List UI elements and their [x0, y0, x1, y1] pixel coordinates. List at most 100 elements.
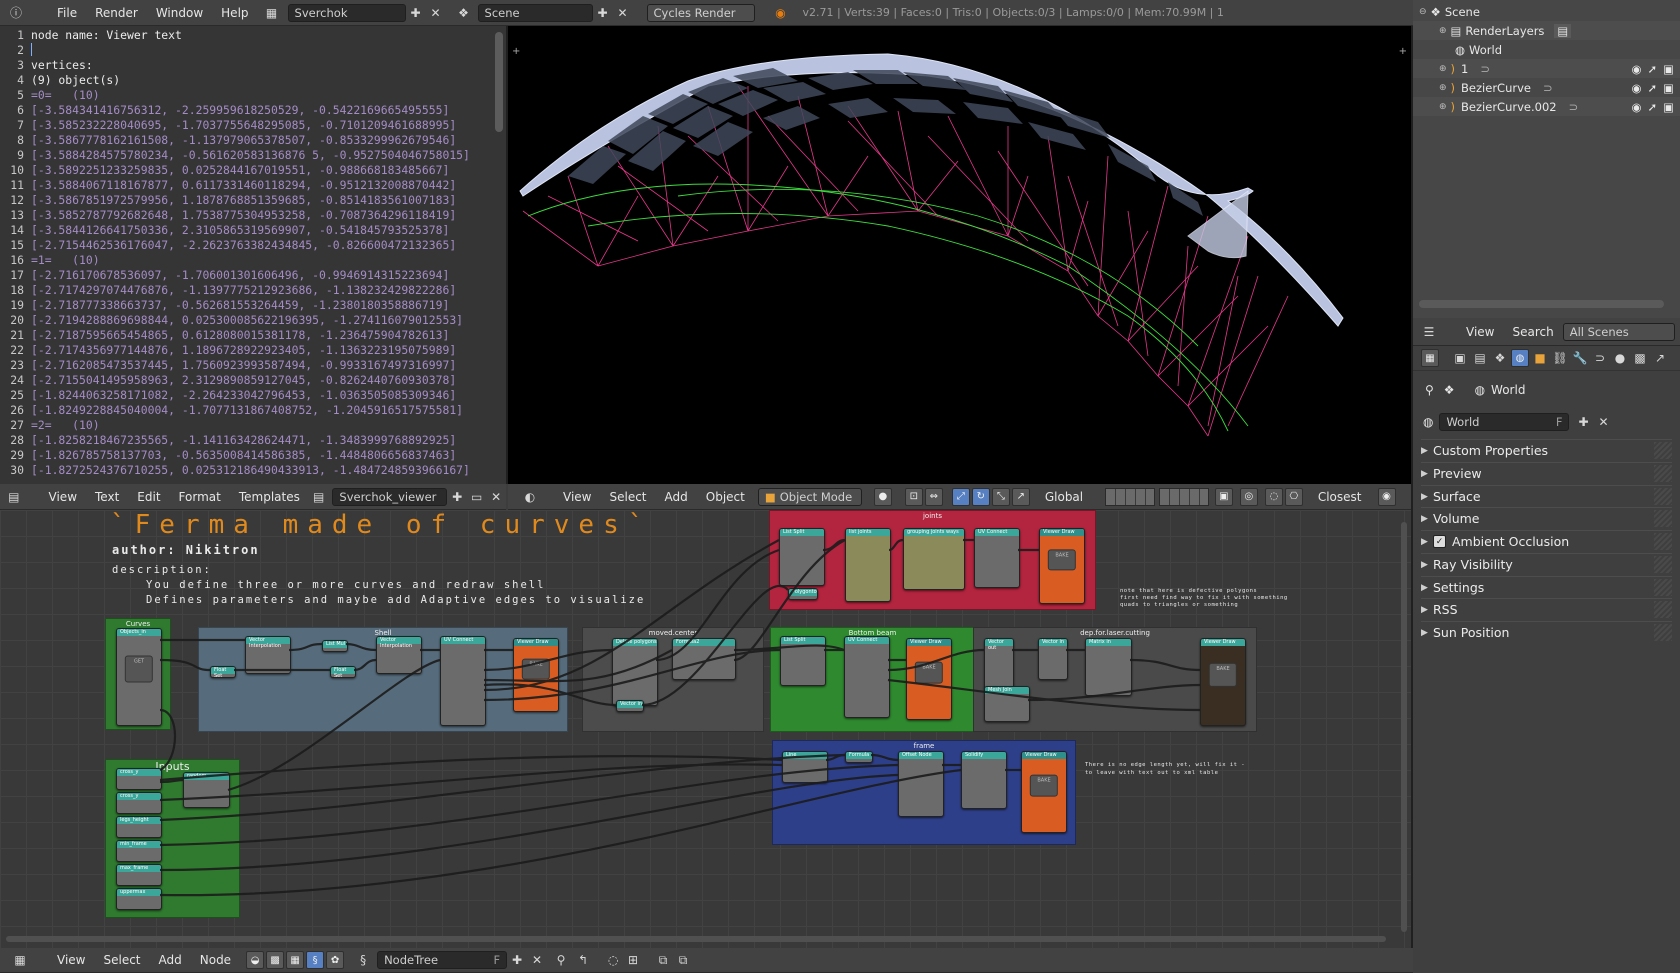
- panel-ambient-occlusion[interactable]: ▶ ✓ Ambient Occlusion: [1421, 530, 1672, 552]
- 3d-menu-object[interactable]: Object: [697, 490, 754, 504]
- drag-handle[interactable]: [1654, 465, 1672, 482]
- pin-context-icon[interactable]: ⚲: [1425, 383, 1434, 397]
- text-menu-view[interactable]: View: [40, 490, 86, 504]
- properties-type-icon[interactable]: ▦: [1421, 349, 1439, 367]
- node-menu-add[interactable]: Add: [150, 953, 191, 967]
- code-line[interactable]: =1= (10): [31, 253, 100, 267]
- properties-editor[interactable]: ▦ ▣ ▤ ❖ ◍ ■ ⛓ 🔧 ⊃ ● ▩ ↗ ⚲ ❖ ◍ World ◍ Wo…: [1413, 346, 1680, 973]
- new-text-icon[interactable]: ✚: [449, 489, 465, 505]
- unlink-tree-icon[interactable]: ✕: [529, 952, 545, 968]
- panel-rss[interactable]: ▶ RSS: [1421, 598, 1672, 620]
- screen-layout-icon[interactable]: ▦: [264, 5, 280, 21]
- panel-custom-properties[interactable]: ▶ Custom Properties: [1421, 439, 1672, 461]
- expand-icon[interactable]: ⊕: [1439, 83, 1447, 93]
- scale-icon[interactable]: ⤡: [991, 487, 1010, 506]
- snap-element-icon[interactable]: ⊞: [625, 952, 641, 968]
- panel-preview[interactable]: ▶ Preview: [1421, 462, 1672, 484]
- code-line[interactable]: [-3.5892251233259835, 0.0252844167019551…: [31, 163, 449, 177]
- snap-target-label[interactable]: Closest: [1318, 490, 1362, 504]
- visibility-eye-icon[interactable]: ◉: [1631, 81, 1641, 95]
- paste-nodes-icon[interactable]: ⧉: [675, 952, 691, 968]
- outliner[interactable]: ⊖ ❖ Scene ⊕ ▤ RenderLayers ▤ ◍ World ⊕ )…: [1413, 0, 1680, 318]
- code-line[interactable]: [-1.8272524376710255, 0.0253121864904339…: [31, 463, 470, 477]
- node-scrollbar-h[interactable]: [6, 936, 1386, 942]
- unlink-world-icon[interactable]: ✕: [1595, 414, 1611, 430]
- code-line[interactable]: [-2.7154462536176047, -2.262376338243484…: [31, 238, 456, 252]
- code-line[interactable]: [-3.584341416756312, -2.259959618250529,…: [31, 103, 449, 117]
- text-editor[interactable]: 1 node name: Viewer text 2 3 vertices: 4 (9) o…: [0, 26, 506, 484]
- code-line[interactable]: [-2.7155041495958963, 2.3129890859127045…: [31, 373, 456, 387]
- drag-handle[interactable]: [1654, 624, 1672, 641]
- text-menu-text[interactable]: Text: [86, 490, 128, 504]
- collapse-icon[interactable]: ⊖: [1419, 7, 1427, 17]
- snap-node-icon[interactable]: ◌: [605, 952, 621, 968]
- snap-extra-icon[interactable]: ◉: [1377, 487, 1396, 506]
- code-line[interactable]: =2= (10): [31, 418, 100, 432]
- compositing-tree-icon[interactable]: ▩: [266, 951, 285, 969]
- node-menu-select[interactable]: Select: [94, 953, 149, 967]
- manipulator-icon[interactable]: ⇔: [924, 487, 943, 506]
- code-line[interactable]: [-1.826785758137703, -0.5635008414586385…: [31, 448, 456, 462]
- panel-settings[interactable]: ▶ Settings: [1421, 576, 1672, 598]
- panel-ray-visibility[interactable]: ▶ Ray Visibility: [1421, 553, 1672, 575]
- outliner-filter-select[interactable]: All Scenes: [1562, 322, 1675, 341]
- drag-handle[interactable]: [1654, 442, 1672, 459]
- code-line[interactable]: [-3.5884067118167877, 0.6117331460118294…: [31, 178, 456, 192]
- scene-field[interactable]: Scene: [477, 3, 593, 22]
- transform-icon[interactable]: ↗: [1011, 487, 1030, 506]
- outliner-row-world[interactable]: ◍ World: [1413, 40, 1680, 59]
- outliner-scrollbar[interactable]: [1419, 300, 1664, 308]
- code-line[interactable]: =0= (10): [31, 88, 100, 102]
- node-menu-node[interactable]: Node: [191, 953, 240, 967]
- outliner-menu-search[interactable]: Search: [1503, 325, 1562, 339]
- visibility-eye-icon[interactable]: ◉: [1631, 100, 1641, 114]
- pivot-icon[interactable]: ⊡: [904, 487, 923, 506]
- copy-nodes-icon[interactable]: ⧉: [655, 952, 671, 968]
- code-line[interactable]: [-2.716170678536097, -1.706001301606496,…: [31, 268, 449, 282]
- code-line[interactable]: [-1.8258218467235565, -1.141163428624471…: [31, 433, 456, 447]
- viewport-corner-plus-right[interactable]: +: [1399, 46, 1407, 57]
- render-camera-icon[interactable]: ▣: [1663, 81, 1674, 95]
- menu-help[interactable]: Help: [212, 6, 257, 20]
- text-datablock-icon[interactable]: ▤: [311, 489, 327, 505]
- texture-tree-icon[interactable]: ▦: [286, 951, 305, 969]
- code-line[interactable]: [-3.5867851972579956, 1.1878768851359685…: [31, 193, 456, 207]
- code-line[interactable]: [-2.7187595665454865, 0.6128080015381178…: [31, 328, 449, 342]
- render-engine-select[interactable]: Cycles Render: [646, 3, 755, 22]
- outliner-row-renderlayers[interactable]: ⊕ ▤ RenderLayers ▤: [1413, 21, 1680, 40]
- new-world-icon[interactable]: ✚: [1575, 414, 1591, 430]
- node-menu-view[interactable]: View: [48, 953, 94, 967]
- 3d-viewport[interactable]: + +: [508, 26, 1411, 484]
- outliner-row-scene[interactable]: ⊖ ❖ Scene: [1413, 2, 1680, 21]
- fake-user-icon[interactable]: F: [493, 953, 500, 967]
- open-text-icon[interactable]: ▭: [469, 489, 485, 505]
- text-scrollbar[interactable]: [495, 32, 503, 132]
- expand-icon[interactable]: ⊕: [1439, 102, 1447, 112]
- ao-checkbox[interactable]: ✓: [1433, 535, 1446, 548]
- pin-icon[interactable]: ⚲: [553, 952, 569, 968]
- render-preview-icon[interactable]: ◎: [1239, 487, 1258, 506]
- node-tree-field[interactable]: NodeTree F: [377, 951, 508, 969]
- node-scrollbar-v[interactable]: [1401, 522, 1407, 932]
- panel-sun-position[interactable]: ▶ Sun Position: [1421, 621, 1672, 643]
- proportional-edit-icon[interactable]: ◌: [1264, 487, 1283, 506]
- sverchok-tree-icon[interactable]: §: [306, 951, 325, 969]
- menu-window[interactable]: Window: [147, 6, 212, 20]
- go-parent-icon[interactable]: ↰: [575, 952, 591, 968]
- code-line[interactable]: vertices:: [31, 58, 93, 72]
- text-menu-edit[interactable]: Edit: [128, 490, 169, 504]
- text-datablock-field[interactable]: Sverchok_viewer: [332, 487, 448, 506]
- code-line[interactable]: [-2.7174356977144876, 1.1896728922923405…: [31, 343, 456, 357]
- menu-file[interactable]: File: [48, 6, 86, 20]
- node-tree-icon[interactable]: §: [355, 952, 371, 968]
- shader-tree-icon[interactable]: ◒: [246, 951, 265, 969]
- render-camera-icon[interactable]: ▣: [1663, 62, 1674, 76]
- panel-surface[interactable]: ▶ Surface: [1421, 485, 1672, 507]
- render-tab-icon[interactable]: ▣: [1452, 350, 1468, 366]
- code-line[interactable]: [-3.5844126641750336, 2.3105865319569907…: [31, 223, 449, 237]
- text-menu-format[interactable]: Format: [170, 490, 230, 504]
- screen-layout-field[interactable]: Sverchok: [287, 3, 406, 22]
- expand-icon[interactable]: ⊕: [1439, 26, 1447, 36]
- drag-handle[interactable]: [1654, 579, 1672, 596]
- unlink-text-icon[interactable]: ✕: [488, 489, 504, 505]
